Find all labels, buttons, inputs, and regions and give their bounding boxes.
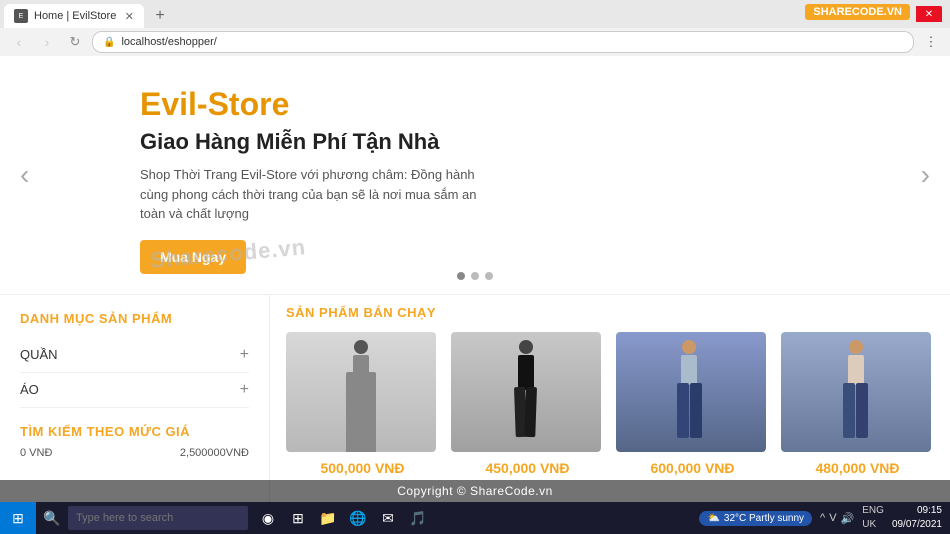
tray-icon-network: ^	[820, 512, 825, 524]
refresh-button[interactable]: ↻	[64, 31, 86, 53]
sharecode-badge: SHARECODE.VN	[805, 4, 910, 20]
hero-next-button[interactable]: ›	[921, 159, 930, 191]
taskbar-icon-3[interactable]: 📁	[316, 506, 340, 530]
tab-favicon: E	[14, 9, 28, 23]
tray-icons: ^ V 🔊	[820, 512, 854, 525]
product-price-2: 450,000 VNĐ	[451, 460, 604, 476]
back-button[interactable]: ‹	[8, 31, 30, 53]
hero-title-accent: Evil-Store	[140, 86, 289, 122]
tab-close-button[interactable]: ✕	[125, 10, 134, 23]
price-section-title: TÌM KIẾM THEO MỨC GIÁ	[20, 424, 249, 439]
hero-prev-button[interactable]: ‹	[20, 159, 29, 191]
weather-text: 32°C Partly sunny	[724, 513, 804, 524]
product-price-3: 600,000 VNĐ	[616, 460, 769, 476]
hero-title: Evil-Store	[140, 86, 910, 123]
category-section-title: DANH MỤC SẢN PHẨM	[20, 311, 249, 326]
product-image-4	[781, 332, 931, 452]
copyright-bar: Copyright © ShareCode.vn	[0, 480, 950, 502]
close-button[interactable]: ✕	[916, 6, 942, 22]
tray-icon-vpn: V	[829, 512, 836, 524]
hero-dot-1[interactable]	[457, 272, 465, 280]
taskbar-search-icon: 🔍	[40, 506, 64, 530]
taskbar-search-input[interactable]	[68, 506, 248, 530]
hero-dots	[457, 272, 493, 280]
new-tab-button[interactable]: +	[148, 4, 172, 28]
product-price-4: 480,000 VNĐ	[781, 460, 934, 476]
weather-icon: ⛅	[707, 513, 719, 524]
address-bar[interactable]: 🔒 localhost/eshopper/	[92, 31, 914, 53]
product-image-3	[616, 332, 766, 452]
extensions-button[interactable]: ⋮	[920, 31, 942, 53]
sidebar-item-ao[interactable]: ÁO +	[20, 373, 249, 408]
sidebar-item-quan[interactable]: QUẦN +	[20, 338, 249, 373]
hero-dot-3[interactable]	[485, 272, 493, 280]
buy-now-button[interactable]: Mua Ngay	[140, 240, 246, 274]
weather-badge: ⛅ 32°C Partly sunny	[699, 511, 812, 526]
sidebar-item-quan-label: QUẦN	[20, 347, 58, 362]
sidebar-item-ao-label: ÁO	[20, 382, 39, 397]
product-image-2	[451, 332, 601, 452]
forward-button[interactable]: ›	[36, 31, 58, 53]
product-card-2[interactable]: 450,000 VNĐ	[451, 332, 604, 476]
taskbar-icon-2[interactable]: ⊞	[286, 506, 310, 530]
tray-datetime: 09:15 09/07/2021	[892, 504, 942, 532]
start-button[interactable]: ⊞	[0, 502, 36, 534]
product-card-1[interactable]: 500,000 VNĐ	[286, 332, 439, 476]
sidebar-item-ao-expand-icon: +	[240, 381, 249, 399]
price-range: 0 VNĐ 2,500000VNĐ	[20, 447, 249, 459]
product-card-3[interactable]: 600,000 VNĐ	[616, 332, 769, 476]
browser-tab[interactable]: E Home | EvilStore ✕	[4, 4, 144, 28]
taskbar-app-icons: ◉ ⊞ 📁 🌐 ✉ 🎵	[256, 506, 430, 530]
hero-banner: ‹ Evil-Store Giao Hàng Miễn Phí Tận Nhà …	[0, 56, 950, 295]
sidebar-item-quan-expand-icon: +	[240, 346, 249, 364]
taskbar-icon-4[interactable]: 🌐	[346, 506, 370, 530]
hero-dot-2[interactable]	[471, 272, 479, 280]
taskbar: ⊞ 🔍 ◉ ⊞ 📁 🌐 ✉ 🎵 ⛅ 32°C Partly sunny ^ V …	[0, 502, 950, 534]
product-price-1: 500,000 VNĐ	[286, 460, 439, 476]
taskbar-icon-1[interactable]: ◉	[256, 506, 280, 530]
tray-icon-speaker: 🔊	[841, 512, 855, 525]
tab-title: Home | EvilStore	[34, 10, 116, 22]
tray-date-display: 09/07/2021	[892, 518, 942, 532]
products-grid: 500,000 VNĐ 450,000 VNĐ	[286, 332, 934, 476]
product-image-1	[286, 332, 436, 452]
price-min: 0 VNĐ	[20, 447, 52, 459]
page-content: ‹ Evil-Store Giao Hàng Miễn Phí Tận Nhà …	[0, 56, 950, 534]
product-card-4[interactable]: 480,000 VNĐ	[781, 332, 934, 476]
taskbar-tray: ⛅ 32°C Partly sunny ^ V 🔊 ENGUK 09:15 09…	[699, 504, 950, 532]
taskbar-icon-6[interactable]: 🎵	[406, 506, 430, 530]
address-text: localhost/eshopper/	[121, 36, 216, 48]
price-max: 2,500000VNĐ	[180, 447, 249, 459]
lock-icon: 🔒	[103, 37, 115, 48]
products-section-title: SẢN PHẨM BÁN CHẠY	[286, 305, 934, 320]
tray-time-display: 09:15	[892, 504, 942, 518]
hero-subtitle: Giao Hàng Miễn Phí Tận Nhà	[140, 129, 910, 155]
taskbar-icon-5[interactable]: ✉	[376, 506, 400, 530]
hero-description: Shop Thời Trang Evil-Store với phương ch…	[140, 165, 480, 224]
keyboard-layout: ENGUK	[862, 504, 884, 532]
